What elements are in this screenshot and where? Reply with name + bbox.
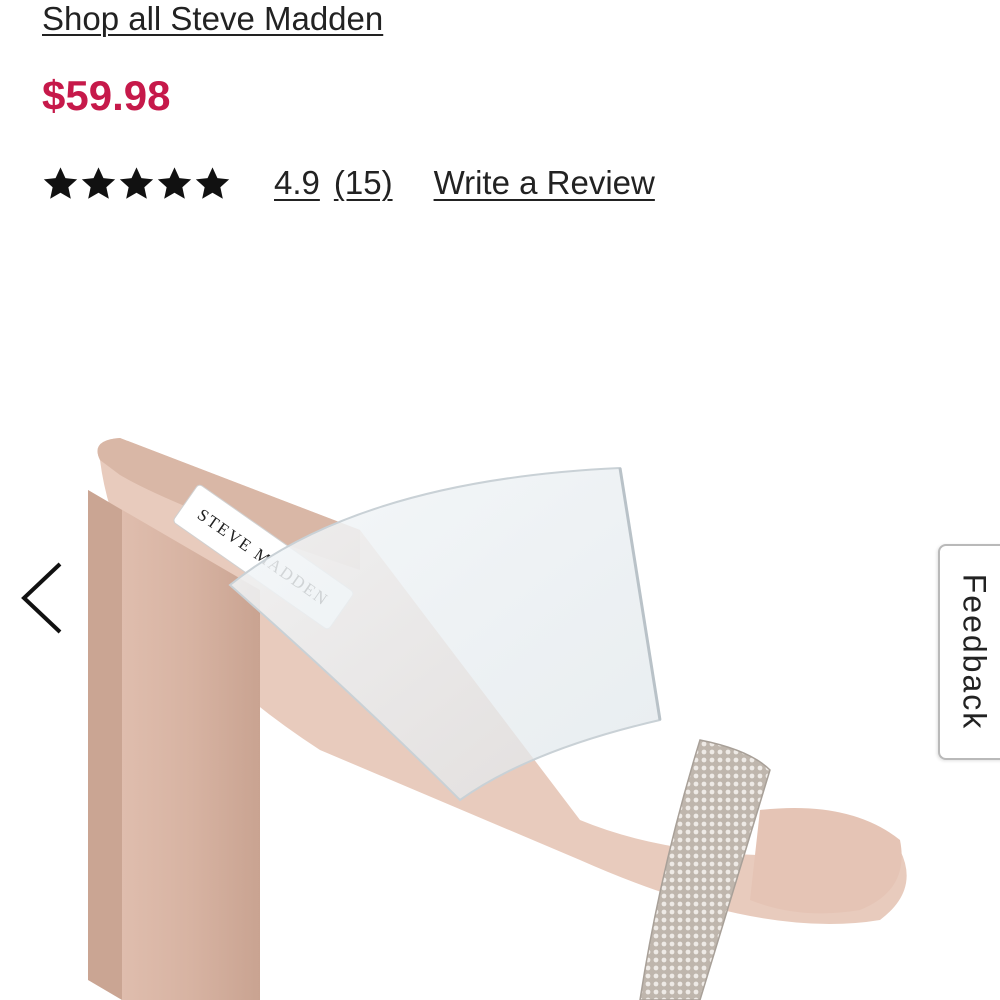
write-review-link[interactable]: Write a Review <box>434 164 655 202</box>
star-icon <box>43 166 78 199</box>
product-page: Shop all Steve Madden $59.98 4.9 (15) Wr… <box>0 0 1000 1000</box>
star-rating[interactable] <box>42 165 231 202</box>
star-icon <box>195 166 230 199</box>
product-image: STEVE MADDEN <box>88 438 907 1000</box>
shop-brand-link[interactable]: Shop all Steve Madden <box>42 0 383 38</box>
rating-value-link[interactable]: 4.9 <box>274 164 320 202</box>
star-icon <box>81 166 116 199</box>
feedback-label: Feedback <box>956 573 993 731</box>
rating-row: 4.9 (15) Write a Review <box>42 160 655 206</box>
feedback-tab[interactable]: Feedback <box>938 544 1000 760</box>
product-price: $59.98 <box>42 72 171 119</box>
chevron-left-icon[interactable] <box>14 556 70 640</box>
review-count-link[interactable]: (15) <box>334 164 393 202</box>
star-icon <box>119 166 154 199</box>
star-icon <box>157 166 192 199</box>
